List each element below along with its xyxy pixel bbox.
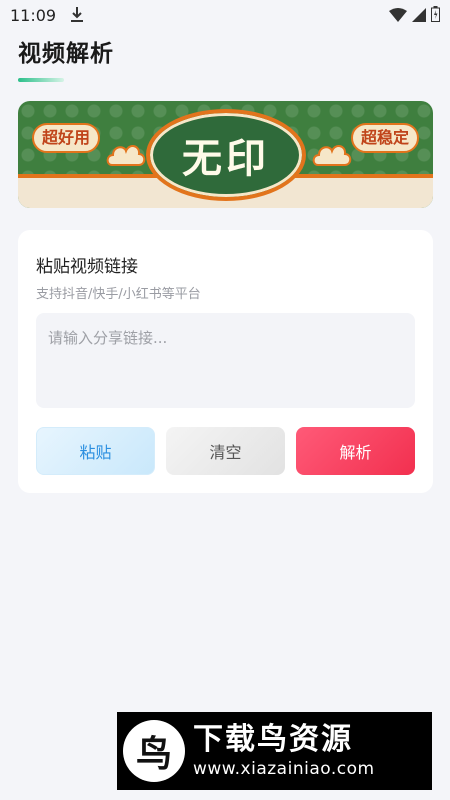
status-time: 11:09 <box>10 5 57 25</box>
card-subtitle: 支持抖音/快手/小红书等平台 <box>36 287 201 302</box>
clear-button[interactable]: 清空 <box>166 427 285 475</box>
card-title: 粘贴视频链接 <box>36 257 138 277</box>
status-bar: 11:09 <box>0 0 450 30</box>
banner-badge-right: 超稳定 <box>350 123 419 153</box>
watermark-title: 下载鸟资源 <box>193 722 353 757</box>
cloud-icon <box>106 145 146 166</box>
watermark-text: 下载鸟资源 www.xiazainiao.com <box>193 722 375 780</box>
watermark: 鸟 下载鸟资源 www.xiazainiao.com <box>117 712 432 790</box>
bird-logo-icon: 鸟 <box>123 720 185 782</box>
promo-banner: 超好用 超稳定 无印 <box>18 101 433 208</box>
banner-plaque-text: 无印 <box>182 135 270 182</box>
watermark-url: www.xiazainiao.com <box>193 759 375 779</box>
cloud-icon <box>312 145 352 166</box>
wifi-icon <box>389 7 407 26</box>
paste-button[interactable]: 粘贴 <box>36 427 155 475</box>
status-icons <box>389 6 440 26</box>
signal-icon <box>412 7 426 26</box>
download-icon <box>70 6 84 24</box>
logo-glyph: 鸟 <box>135 733 172 775</box>
banner-badge-left: 超好用 <box>32 123 101 153</box>
page-title: 视频解析 <box>18 41 114 67</box>
parse-button[interactable]: 解析 <box>296 427 415 475</box>
title-underline <box>18 78 64 82</box>
parse-card: 粘贴视频链接 支持抖音/快手/小红书等平台 粘贴 清空 解析 <box>18 230 433 493</box>
share-link-input[interactable] <box>36 313 415 408</box>
banner-plaque: 无印 <box>146 109 306 201</box>
battery-icon <box>431 6 440 26</box>
